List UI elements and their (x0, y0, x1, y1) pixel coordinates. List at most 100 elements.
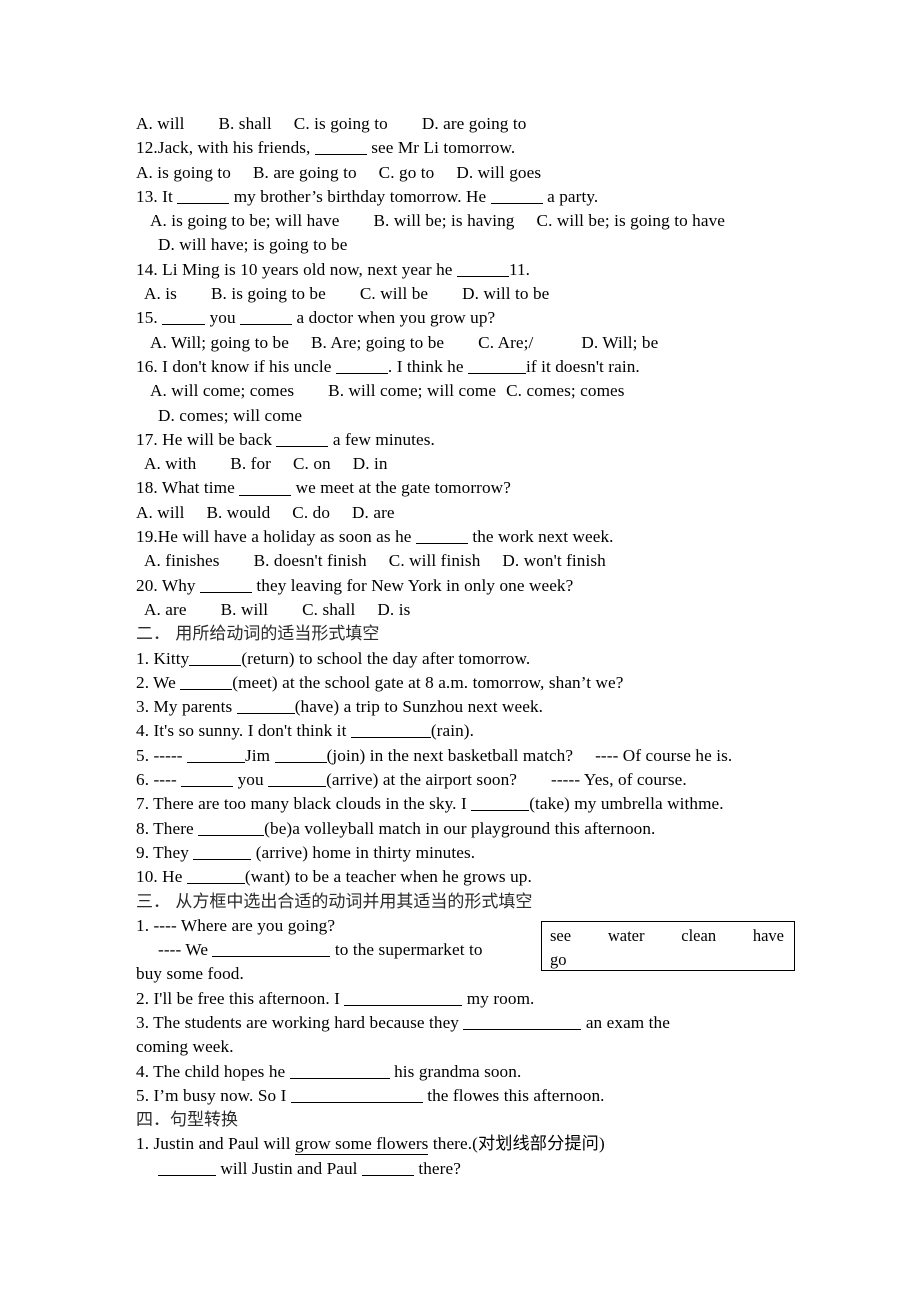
option-a[interactable]: A. is going to (136, 163, 231, 182)
question-17-stem: 17. He will be back a few minutes. (136, 428, 796, 452)
option-a[interactable]: A. are (144, 600, 187, 619)
answer-blank[interactable] (289, 1061, 390, 1079)
option-b[interactable]: B. would (206, 503, 270, 522)
question-14-stem: 14. Li Ming is 10 years old now, next ye… (136, 258, 796, 282)
word-bank-item[interactable]: have (753, 924, 784, 948)
option-a[interactable]: A. finishes (144, 551, 220, 570)
answer-blank[interactable] (276, 430, 329, 447)
answer-blank[interactable] (239, 478, 292, 496)
item-text-after: (be)a volleyball match in our playground… (264, 818, 656, 838)
answer-blank[interactable] (177, 187, 230, 204)
option-c[interactable]: C. shall (302, 600, 355, 619)
option-d[interactable]: D. won't finish (502, 551, 605, 570)
option-d[interactable]: D. in (353, 454, 388, 473)
section-two-item-9: 9. They (arrive) home in thirty minutes. (136, 841, 796, 865)
option-a[interactable]: A. with (144, 454, 196, 473)
answer-blank[interactable] (468, 357, 526, 375)
option-d[interactable]: D. Will; be (581, 333, 658, 352)
answer-blank[interactable] (198, 818, 265, 836)
option-b[interactable]: B. Are; going to be (311, 333, 444, 352)
option-c[interactable]: C. is going to (294, 114, 388, 133)
option-b[interactable]: B. are going to (253, 163, 357, 182)
section-three-item-3-line2: coming week. (136, 1035, 796, 1059)
item-text-before: 2. We (136, 672, 176, 692)
option-a[interactable]: A. is (144, 284, 177, 303)
answer-blank[interactable] (240, 308, 293, 326)
item-text-after: the flowes this afternoon. (427, 1085, 605, 1105)
option-d[interactable]: D. will have; is going to be (158, 235, 347, 254)
answer-blank[interactable] (471, 794, 530, 812)
question-15-stem-c: a doctor when you grow up? (296, 308, 496, 328)
answer-blank[interactable] (274, 745, 327, 763)
answer-blank[interactable] (162, 308, 206, 326)
item-reply: ----- Yes, of course. (551, 770, 687, 790)
item-dash-lead: 5. ----- (136, 745, 183, 765)
option-d[interactable]: D. are going to (422, 114, 527, 133)
option-b[interactable]: B. doesn't finish (254, 551, 367, 570)
question-11-options: A. will B. shall C. is going to D. are goin… (136, 112, 796, 136)
item-text-before: 1. Kitty (136, 648, 190, 668)
answer-blank[interactable] (268, 770, 327, 788)
option-c[interactable]: C. will be (360, 284, 428, 303)
word-bank-row-2: go (550, 948, 788, 972)
word-bank-item[interactable]: see (550, 924, 571, 948)
item-text-cont: coming week. (136, 1037, 234, 1057)
question-20-stem: 20. Why they leaving for New York in onl… (136, 574, 796, 598)
answer-blank[interactable] (181, 770, 234, 788)
answer-blank[interactable] (490, 187, 543, 204)
answer-blank[interactable] (350, 721, 431, 739)
answer-blank[interactable] (314, 138, 367, 156)
answer-blank[interactable] (189, 648, 242, 666)
word-bank-item[interactable]: go (550, 950, 567, 969)
option-d[interactable]: D. are (352, 503, 395, 522)
answer-blank[interactable] (344, 988, 463, 1006)
item-text-mid: Jim (245, 745, 271, 765)
option-d[interactable]: D. will to be (462, 284, 549, 303)
option-d[interactable]: D. is (377, 600, 410, 619)
question-16-stem-b: . I think he (387, 356, 464, 376)
word-bank-item[interactable]: water (608, 924, 645, 948)
word-bank-row-1: see water clean have (550, 924, 788, 948)
option-c[interactable]: C. go to (379, 163, 435, 182)
answer-blank[interactable] (415, 527, 468, 545)
section-two-item-6: 6. ---- you (arrive) at the airport soon… (136, 768, 796, 792)
answer-blank[interactable] (186, 867, 245, 885)
item-text-after: my room. (466, 988, 535, 1008)
answer-blank[interactable] (361, 1159, 414, 1176)
item-text-after: (return) to school the day after tomorro… (241, 648, 531, 668)
option-d[interactable]: D. comes; will come (158, 406, 302, 425)
option-a[interactable]: A. is going to be; will have (150, 211, 339, 230)
option-b[interactable]: B. for (230, 454, 271, 473)
question-18-stem-b: we meet at the gate tomorrow? (295, 478, 511, 498)
item-text-after: (join) in the next basketball match? (326, 745, 574, 765)
option-b[interactable]: B. will (221, 600, 269, 619)
option-a[interactable]: A. will come; comes (150, 381, 294, 400)
answer-blank[interactable] (180, 673, 233, 690)
option-c[interactable]: C. will finish (389, 551, 481, 570)
option-c[interactable]: C. comes; comes (506, 381, 624, 400)
option-d[interactable]: D. will goes (456, 163, 541, 182)
question-18-stem: 18. What time we meet at the gate tomorr… (136, 476, 796, 500)
option-b[interactable]: B. will be; is having (373, 211, 514, 230)
answer-blank[interactable] (212, 940, 331, 958)
option-c[interactable]: C. Are;/ (478, 333, 533, 352)
answer-blank[interactable] (456, 260, 509, 277)
answer-blank[interactable] (236, 697, 295, 715)
answer-blank[interactable] (158, 1159, 216, 1176)
option-a[interactable]: A. will (136, 503, 184, 522)
word-bank-item[interactable]: clean (681, 924, 716, 948)
option-b[interactable]: B. will come; will come (328, 381, 496, 400)
option-c[interactable]: C. do (292, 503, 330, 522)
option-a[interactable]: A. Will; going to be (150, 333, 289, 352)
answer-blank[interactable] (335, 357, 388, 375)
option-b[interactable]: B. shall (218, 114, 271, 133)
option-b[interactable]: B. is going to be (211, 284, 326, 303)
option-a[interactable]: A. will (136, 114, 184, 133)
option-c[interactable]: C. on (293, 454, 331, 473)
answer-blank[interactable] (463, 1013, 582, 1031)
option-c[interactable]: C. will be; is going to have (537, 211, 726, 230)
answer-blank[interactable] (187, 745, 246, 763)
answer-blank[interactable] (290, 1086, 423, 1103)
answer-blank[interactable] (200, 575, 252, 593)
answer-blank[interactable] (193, 843, 252, 860)
